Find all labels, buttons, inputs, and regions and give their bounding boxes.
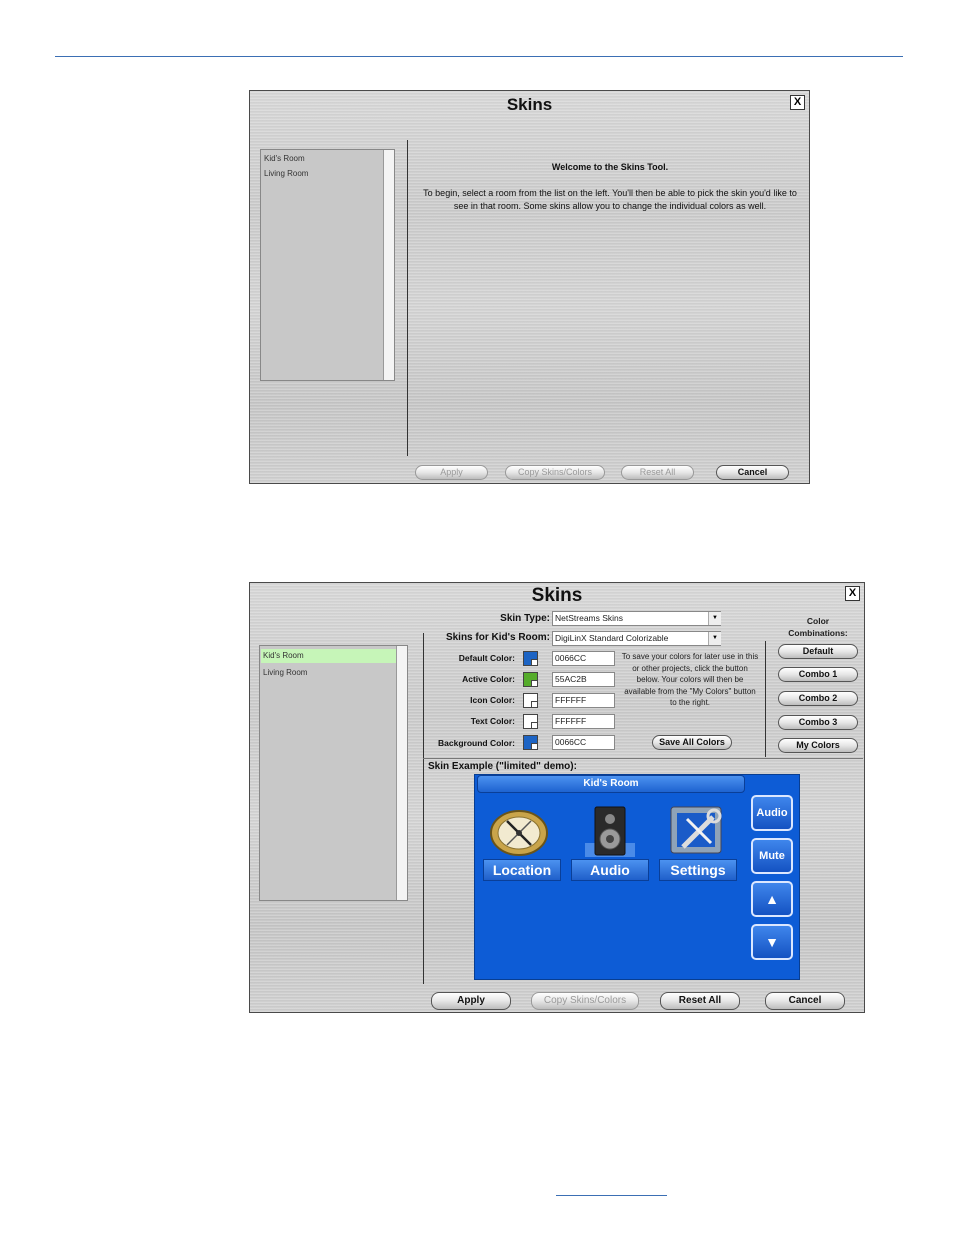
skin-type-select[interactable]: NetStreams Skins: [552, 611, 721, 626]
room-list-item[interactable]: Kid's Room: [264, 154, 305, 163]
cancel-button[interactable]: Cancel: [716, 465, 789, 480]
apply-button[interactable]: Apply: [415, 465, 488, 480]
dialog-title: Skins: [506, 95, 553, 114]
dialog-title: Skins: [531, 585, 583, 606]
arrow-up-icon[interactable]: ▲: [751, 881, 793, 917]
room-list[interactable]: Kid's Room Living Room: [259, 645, 408, 901]
apply-button[interactable]: Apply: [431, 992, 511, 1010]
welcome-body: To begin, select a room from the list on…: [423, 188, 797, 211]
background-color-field[interactable]: 0066CC: [552, 735, 615, 750]
text-color-label: Text Color:: [470, 716, 515, 726]
combo-default-button[interactable]: Default: [778, 644, 858, 659]
reset-all-button[interactable]: Reset All: [621, 465, 694, 480]
icon-color-swatch[interactable]: [523, 693, 538, 708]
my-colors-button[interactable]: My Colors: [778, 738, 858, 753]
chevron-down-icon[interactable]: ▼: [708, 612, 721, 625]
copy-skins-colors-button[interactable]: Copy Skins/Colors: [505, 465, 605, 480]
save-colors-hint: To save your colors for later use in thi…: [621, 652, 759, 707]
room-list-scrollbar[interactable]: [383, 150, 394, 380]
location-tile[interactable]: Location: [483, 859, 561, 881]
active-color-label: Active Color:: [462, 674, 515, 684]
default-color-swatch[interactable]: [523, 651, 538, 666]
audio-speaker-icon: [585, 806, 635, 857]
room-list-scrollbar[interactable]: [396, 646, 407, 900]
default-color-label: Default Color:: [458, 653, 515, 663]
combos-divider: [765, 641, 766, 757]
room-list-item[interactable]: Living Room: [263, 668, 307, 677]
room-list[interactable]: Kid's Room Living Room: [260, 149, 395, 381]
skins-for-room-select[interactable]: DigiLinX Standard Colorizable: [552, 631, 721, 646]
reset-all-button[interactable]: Reset All: [660, 992, 740, 1010]
combo-2-button[interactable]: Combo 2: [778, 691, 858, 706]
page-bottom-link-underline: [556, 1195, 667, 1196]
save-all-colors-button[interactable]: Save All Colors: [652, 735, 732, 750]
location-compass-icon: [490, 810, 548, 856]
settings-tools-icon: [670, 806, 722, 854]
icon-color-field[interactable]: FFFFFF: [552, 693, 615, 708]
text-color-swatch[interactable]: [523, 714, 538, 729]
cancel-button[interactable]: Cancel: [765, 992, 845, 1010]
background-color-swatch[interactable]: [523, 735, 538, 750]
room-list-item[interactable]: Living Room: [264, 169, 308, 178]
settings-tile[interactable]: Settings: [659, 859, 737, 881]
default-color-field[interactable]: 0066CC: [552, 651, 615, 666]
room-list-item-selected[interactable]: Kid's Room: [261, 649, 396, 663]
skin-preview: Kid's Room Location Audio Settings Audio…: [474, 774, 800, 980]
skins-dialog-initial: Skins X Kid's Room Living Room: [249, 90, 810, 484]
close-button[interactable]: X: [790, 95, 805, 110]
skins-for-room-label: Skins for Kid's Room:: [445, 632, 550, 643]
background-color-label: Background Color:: [438, 738, 515, 748]
icon-color-label: Icon Color:: [470, 695, 515, 705]
welcome-title: Welcome to the Skins Tool.: [551, 162, 669, 172]
arrow-down-icon[interactable]: ▼: [751, 924, 793, 960]
audio-tile[interactable]: Audio: [571, 859, 649, 881]
active-color-swatch[interactable]: [523, 672, 538, 687]
preview-audio-button[interactable]: Audio: [751, 795, 793, 831]
preview-room-title: Kid's Room: [477, 775, 745, 793]
color-combinations-title: Color Combinations:: [788, 616, 848, 638]
close-button[interactable]: X: [845, 586, 860, 601]
combo-1-button[interactable]: Combo 1: [778, 667, 858, 682]
section-divider: [423, 758, 863, 759]
skin-example-label: Skin Example ("limited" demo):: [428, 761, 577, 772]
page-top-rule: [55, 56, 903, 57]
text-color-field[interactable]: FFFFFF: [552, 714, 615, 729]
copy-skins-colors-button[interactable]: Copy Skins/Colors: [531, 992, 639, 1010]
skin-type-label: Skin Type:: [500, 613, 550, 624]
preview-mute-button[interactable]: Mute: [751, 838, 793, 874]
panel-divider: [407, 140, 408, 456]
panel-divider: [423, 633, 424, 984]
chevron-down-icon[interactable]: ▼: [708, 632, 721, 645]
combo-3-button[interactable]: Combo 3: [778, 715, 858, 730]
active-color-field[interactable]: 55AC2B: [552, 672, 615, 687]
